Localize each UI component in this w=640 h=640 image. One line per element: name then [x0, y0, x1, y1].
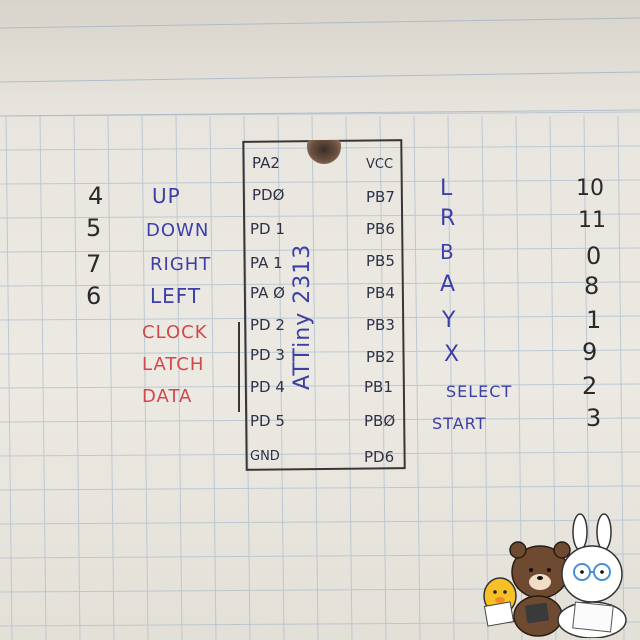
label-down: DOWN: [146, 220, 210, 241]
chip-pin-left: PD 2: [250, 316, 285, 334]
left-number: 5: [86, 214, 102, 242]
right-number: 9: [582, 338, 598, 366]
chip-pin-left: PA2: [252, 154, 280, 172]
chip-pin-left: PA 1: [250, 254, 283, 272]
chip-pin-left: PD 1: [250, 220, 285, 238]
signal-bracket: [238, 322, 244, 412]
chip-pin-right: PB6: [366, 220, 395, 238]
right-number: 10: [576, 176, 604, 201]
chip-pin-right: PB5: [366, 252, 395, 270]
chip-pin-right: PB2: [366, 348, 395, 366]
label-select: SELECT: [446, 382, 513, 401]
label-latch: LATCH: [142, 354, 205, 375]
right-number: 8: [584, 272, 600, 300]
right-number: 0: [586, 242, 602, 270]
chip-pin-right: VCC: [366, 157, 394, 172]
chip-pin-left: PA Ø: [250, 284, 285, 302]
right-number: 2: [582, 372, 598, 400]
chip-pin-left: GND: [250, 449, 280, 464]
right-number: 11: [578, 208, 606, 233]
chip-pin-left: PDØ: [252, 186, 285, 204]
label-y: Y: [442, 308, 456, 333]
left-number: 4: [88, 182, 104, 210]
label-right: RIGHT: [150, 254, 212, 275]
label-r: R: [440, 206, 456, 231]
chip-pin-left: PD 4: [250, 378, 285, 396]
label-left: LEFT: [150, 284, 202, 308]
chip-name: ATTiny 2313: [290, 243, 315, 390]
line-friends-mascots-icon: [483, 513, 627, 638]
chip-pin-right: PB4: [366, 284, 395, 302]
chip-pin-right: PB7: [366, 188, 395, 206]
right-number: 1: [586, 306, 602, 334]
left-number: 6: [86, 282, 102, 310]
left-number: 7: [86, 250, 102, 278]
chip-pin-right: PD6: [364, 448, 395, 466]
chip-pin-left: PD 5: [250, 412, 285, 430]
label-data: DATA: [142, 386, 193, 407]
label-x: X: [444, 342, 460, 367]
label-a: A: [440, 272, 456, 297]
chip-pin-right: PBØ: [364, 412, 396, 430]
label-l: L: [440, 176, 453, 201]
notebook-photo: 4 5 7 6 UP DOWN RIGHT LEFT CLOCK LATCH D…: [0, 0, 640, 640]
label-clock: CLOCK: [142, 322, 208, 343]
chip-pin-left: PD 3: [250, 346, 285, 364]
chip-pin-right: PB3: [366, 316, 395, 334]
right-number: 3: [586, 404, 602, 432]
chip-pin-right: PB1: [364, 378, 393, 396]
label-up: UP: [152, 184, 181, 208]
label-start: START: [432, 414, 487, 433]
label-b: B: [440, 240, 454, 264]
